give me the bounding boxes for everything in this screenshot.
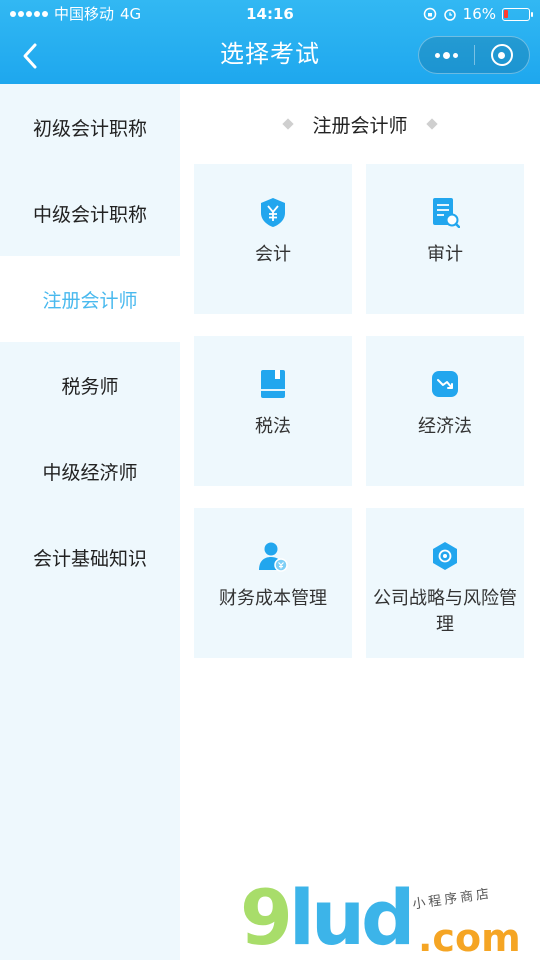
subject-label: 财务成本管理 — [219, 588, 327, 609]
sidebar-item-intermediate-accounting[interactable]: 中级会计职称 — [0, 170, 180, 256]
mini-program-capsule — [418, 36, 530, 74]
more-dots-icon — [434, 51, 458, 59]
subject-card-audit[interactable]: 审计 — [366, 164, 524, 314]
watermark-brand: 9lud — [240, 873, 415, 962]
close-mini-program-button[interactable] — [475, 37, 530, 73]
target-circle-icon — [490, 44, 513, 66]
alarm-icon — [443, 9, 456, 21]
sidebar-item-intermediate-economist[interactable]: 中级经济师 — [0, 428, 180, 514]
watermark-domain: .com — [418, 916, 521, 960]
section-title: 注册会计师 — [312, 114, 408, 137]
subject-label: 经济法 — [418, 416, 472, 437]
subject-card-strategy-risk-management[interactable]: 公司战略与风险管理 — [366, 508, 524, 658]
section-header: 注册会计师 — [180, 106, 540, 142]
subject-card-accounting[interactable]: 会计 — [194, 164, 352, 314]
document-search-icon — [433, 198, 460, 228]
sidebar-item-accounting-basics[interactable]: 会计基础知识 — [0, 514, 180, 600]
watermark-logo: 9lud 小程序商店 .com — [240, 873, 540, 962]
nav-bar: 选择考试 — [0, 28, 540, 84]
yen-shield-icon — [261, 198, 285, 227]
subject-label: 会计 — [255, 244, 291, 265]
subject-card-economic-law[interactable]: 经济法 — [366, 336, 524, 486]
subject-label: 审计 — [427, 244, 463, 265]
more-button[interactable] — [419, 37, 474, 73]
sidebar: 初级会计职称 中级会计职称 注册会计师 税务师 中级经济师 会计基础知识 — [0, 84, 180, 960]
battery-percent: 16% — [462, 5, 496, 23]
book-icon — [261, 370, 285, 398]
main-content: 注册会计师 会计 审计 税法 经济法 财务成本管理 公司战略与风险管理 — [180, 84, 540, 960]
battery-icon — [502, 7, 533, 21]
sidebar-item-tax-advisor[interactable]: 税务师 — [0, 342, 180, 428]
subject-label: 税法 — [255, 416, 291, 437]
sidebar-item-junior-accounting[interactable]: 初级会计职称 — [0, 84, 180, 170]
chevron-left-icon — [23, 43, 37, 69]
back-button[interactable] — [8, 34, 52, 78]
person-money-icon — [259, 542, 288, 572]
status-bar: 中国移动 4G 14:16 16% — [0, 0, 540, 28]
trend-down-icon — [432, 371, 458, 397]
rotation-lock-icon — [423, 7, 436, 21]
sidebar-item-cpa[interactable]: 注册会计师 — [0, 256, 180, 342]
subject-card-financial-cost-management[interactable]: 财务成本管理 — [194, 508, 352, 658]
diamond-icon — [282, 118, 295, 130]
header: 中国移动 4G 14:16 16% 选择考试 — [0, 0, 540, 84]
watermark-tagline: 小程序商店 — [411, 886, 493, 913]
gear-hexagon-icon — [433, 542, 457, 570]
subject-card-tax-law[interactable]: 税法 — [194, 336, 352, 486]
diamond-icon — [425, 118, 438, 130]
subject-label: 公司战略与风险管理 — [373, 588, 517, 635]
subject-grid: 会计 审计 税法 经济法 财务成本管理 公司战略与风险管理 — [194, 164, 526, 658]
status-right: 16% — [423, 0, 533, 28]
